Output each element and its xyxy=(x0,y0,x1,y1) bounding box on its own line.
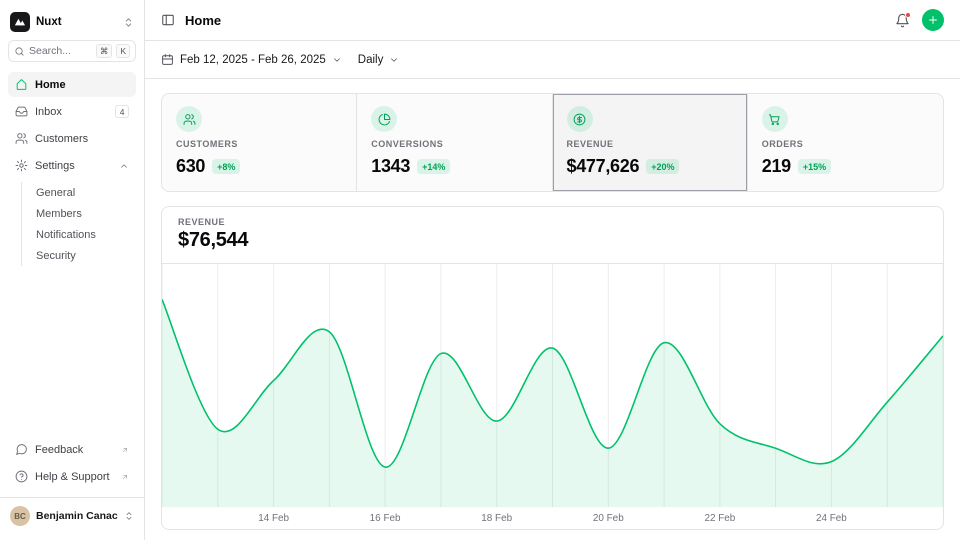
chevron-up-icon xyxy=(119,161,129,171)
page-title: Home xyxy=(185,13,221,28)
user-menu[interactable]: BC Benjamin Canac xyxy=(0,497,144,532)
sidebar-item-label: Inbox xyxy=(35,106,108,118)
stat-value: 1343 xyxy=(371,156,410,177)
sidebar-item-general[interactable]: General xyxy=(22,182,136,203)
stat-value: 630 xyxy=(176,156,205,177)
stat-label: REVENUE xyxy=(567,139,733,149)
sidebar-nav: Home Inbox 4 Customers Settings xyxy=(8,72,136,266)
help-circle-icon xyxy=(15,470,28,483)
stat-label: CONVERSIONS xyxy=(371,139,537,149)
x-axis-label: 16 Feb xyxy=(370,513,401,524)
stat-value: 219 xyxy=(762,156,791,177)
stat-delta-badge: +15% xyxy=(798,159,831,174)
chart-header: REVENUE $76,544 xyxy=(162,207,943,264)
main-panel: Home Feb 12, 2025 - Feb 26, 2025 xyxy=(145,0,960,540)
external-link-icon xyxy=(121,473,129,481)
stat-revenue[interactable]: REVENUE $477,626 +20% xyxy=(553,94,748,191)
x-axis-label: 20 Feb xyxy=(593,513,624,524)
feedback-link[interactable]: Feedback xyxy=(8,437,136,462)
notifications-button[interactable] xyxy=(895,13,910,28)
stat-label: CUSTOMERS xyxy=(176,139,342,149)
sidebar-item-security[interactable]: Security xyxy=(22,245,136,266)
dashboard-content: CUSTOMERS 630 +8% CONVERSIONS 1343 +14% xyxy=(145,79,960,540)
customers-icon xyxy=(15,132,28,145)
date-range-label: Feb 12, 2025 - Feb 26, 2025 xyxy=(180,54,326,66)
stat-delta-badge: +8% xyxy=(212,159,240,174)
workspace-name: Nuxt xyxy=(36,16,117,28)
sidebar-item-home[interactable]: Home xyxy=(8,72,136,97)
granularity-select[interactable]: Daily xyxy=(358,54,400,66)
chevron-down-icon xyxy=(389,55,399,65)
settings-gear-icon xyxy=(15,159,28,172)
sidebar-footer: Feedback Help & Support BC Benjamin Cana… xyxy=(8,437,136,534)
chevrons-up-down-icon xyxy=(124,511,134,521)
stat-conversions[interactable]: CONVERSIONS 1343 +14% xyxy=(357,94,552,191)
chart-title: REVENUE xyxy=(178,217,927,227)
x-axis-label: 24 Feb xyxy=(816,513,847,524)
sidebar: Nuxt Search... ⌘ K Home xyxy=(0,0,145,540)
stat-customers[interactable]: CUSTOMERS 630 +8% xyxy=(162,94,357,191)
date-range-picker[interactable]: Feb 12, 2025 - Feb 26, 2025 xyxy=(161,53,342,66)
inbox-count-badge: 4 xyxy=(115,105,129,118)
user-name: Benjamin Canac xyxy=(36,510,118,522)
stats-row: CUSTOMERS 630 +8% CONVERSIONS 1343 +14% xyxy=(161,93,944,192)
page-header: Home xyxy=(145,0,960,41)
x-axis-label: 22 Feb xyxy=(704,513,735,524)
sidebar-toggle-button[interactable] xyxy=(161,13,175,27)
calendar-icon xyxy=(161,53,174,66)
search-icon xyxy=(14,46,25,57)
stat-delta-badge: +20% xyxy=(646,159,679,174)
sidebar-item-label: Home xyxy=(35,79,129,91)
avatar: BC xyxy=(10,506,30,526)
inbox-icon xyxy=(15,105,28,118)
chevron-down-icon xyxy=(332,55,342,65)
pie-chart-icon xyxy=(371,106,397,132)
help-support-label: Help & Support xyxy=(35,471,113,483)
granularity-label: Daily xyxy=(358,54,384,66)
notification-dot xyxy=(905,12,911,18)
revenue-chart-card: REVENUE $76,544 14 Feb 16 Feb 18 Feb 20 Feb… xyxy=(161,206,944,530)
search-input[interactable]: Search... ⌘ K xyxy=(8,40,136,62)
sidebar-item-members[interactable]: Members xyxy=(22,203,136,224)
stat-value: $477,626 xyxy=(567,156,640,177)
stat-orders[interactable]: ORDERS 219 +15% xyxy=(748,94,943,191)
sidebar-item-label: Settings xyxy=(35,160,112,172)
sidebar-item-settings[interactable]: Settings xyxy=(8,153,136,178)
sidebar-item-inbox[interactable]: Inbox 4 xyxy=(8,99,136,124)
sidebar-item-customers[interactable]: Customers xyxy=(8,126,136,151)
home-icon xyxy=(15,78,28,91)
chart-current-value: $76,544 xyxy=(178,229,927,252)
x-axis-label: 18 Feb xyxy=(481,513,512,524)
revenue-area-chart[interactable]: 14 Feb 16 Feb 18 Feb 20 Feb 22 Feb 24 Feb xyxy=(162,264,943,529)
sidebar-item-label: Customers xyxy=(35,133,129,145)
nuxt-logo-icon xyxy=(10,12,30,32)
cart-icon xyxy=(762,106,788,132)
app-root: Nuxt Search... ⌘ K Home xyxy=(0,0,960,540)
help-support-link[interactable]: Help & Support xyxy=(8,464,136,489)
filters-toolbar: Feb 12, 2025 - Feb 26, 2025 Daily xyxy=(145,41,960,79)
workspace-selector[interactable]: Nuxt xyxy=(8,6,136,38)
search-placeholder: Search... xyxy=(29,45,92,57)
sidebar-item-notifications[interactable]: Notifications xyxy=(22,224,136,245)
chevrons-up-down-icon xyxy=(123,17,134,28)
dollar-circle-icon xyxy=(567,106,593,132)
users-icon xyxy=(176,106,202,132)
kbd-k: K xyxy=(116,44,130,58)
settings-submenu: General Members Notifications Security xyxy=(21,182,136,266)
stat-label: ORDERS xyxy=(762,139,929,149)
chart-body[interactable]: 14 Feb 16 Feb 18 Feb 20 Feb 22 Feb 24 Feb xyxy=(162,264,943,529)
feedback-label: Feedback xyxy=(35,444,113,456)
stat-delta-badge: +14% xyxy=(417,159,450,174)
external-link-icon xyxy=(121,446,129,454)
x-axis-label: 14 Feb xyxy=(258,513,289,524)
kbd-cmd: ⌘ xyxy=(96,44,113,58)
add-button[interactable] xyxy=(922,9,944,31)
message-bubble-icon xyxy=(15,443,28,456)
